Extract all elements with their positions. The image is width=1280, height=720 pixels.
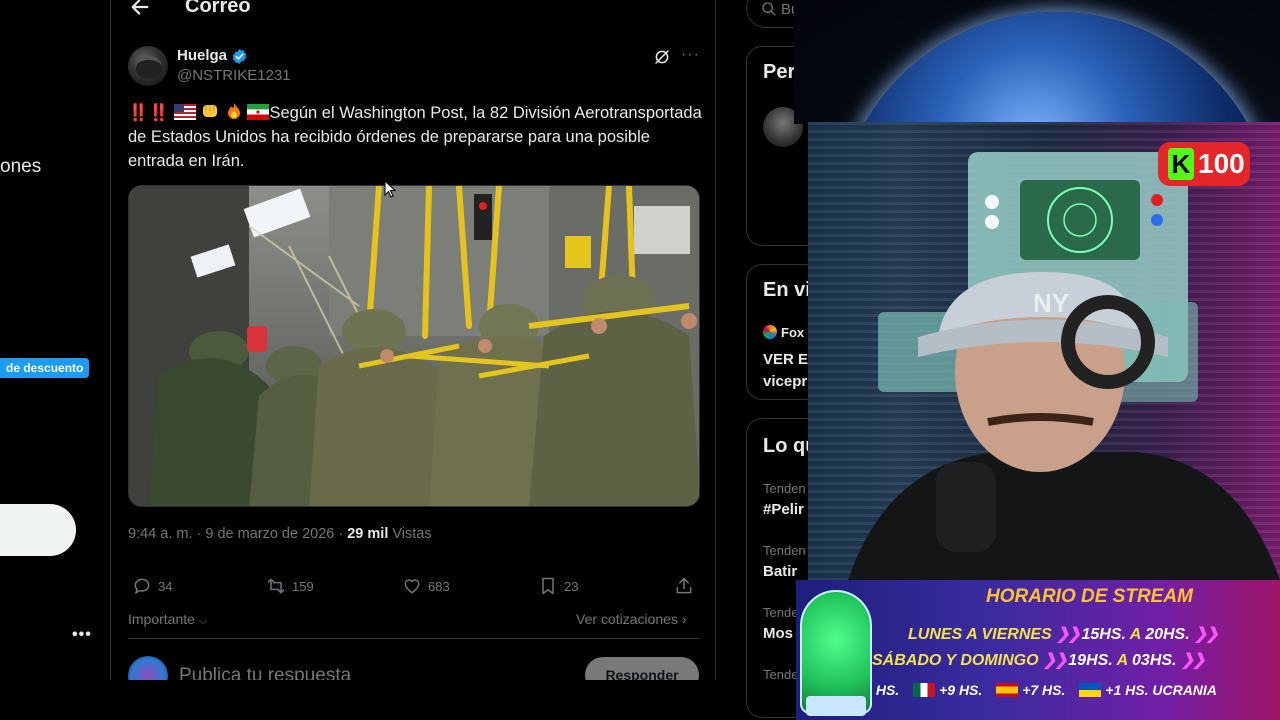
spain-flag-icon xyxy=(996,683,1019,697)
mouse-cursor-icon xyxy=(384,180,396,198)
tz-4: +1 HS. UCRANIA xyxy=(1105,682,1217,698)
weekend-end: 03HS. xyxy=(1132,652,1177,669)
views-label: Vistas xyxy=(388,526,432,542)
chevron-right-icon: › xyxy=(681,611,687,627)
weekdays-a: A xyxy=(1129,626,1141,643)
who-to-follow-title: Per xyxy=(763,61,796,83)
arrows-icon: ❯❯ xyxy=(1043,652,1069,669)
news-headline-2[interactable]: vicepr xyxy=(763,373,807,390)
tweet-timestamp[interactable]: 9:44 a. m. · 9 de marzo de 2026 · xyxy=(128,526,347,542)
schedule-title: HORARIO DE STREAM xyxy=(986,586,1193,607)
tweet-actions: 34 159 683 23 xyxy=(128,576,700,600)
fire-emoji-icon xyxy=(227,103,240,119)
share-action[interactable] xyxy=(674,576,694,596)
main-column: Correo Huelga @NSTRIKE1231 ··· ‼️‼️ Segú… xyxy=(110,0,716,680)
trend-item[interactable]: Mos xyxy=(763,625,793,642)
bookmark-icon xyxy=(542,577,554,595)
trend-item[interactable]: #Pelir xyxy=(763,501,804,518)
search-icon xyxy=(762,2,776,16)
earth-container xyxy=(794,0,1280,124)
repost-icon xyxy=(267,578,285,594)
weekdays-start: 15HS. xyxy=(1081,626,1126,643)
author-name[interactable]: Huelga xyxy=(177,47,227,64)
account-more-icon[interactable]: ••• xyxy=(72,626,92,644)
reply-count: 34 xyxy=(158,578,173,594)
back-arrow-icon[interactable] xyxy=(129,0,151,18)
reply-input[interactable]: Publica tu respuesta xyxy=(179,665,351,680)
view-quotes-link[interactable]: Ver cotizaciones › xyxy=(576,611,687,627)
chevron-down-icon: ⌵ xyxy=(198,615,208,627)
author-handle[interactable]: @NSTRIKE1231 xyxy=(177,67,291,84)
weekend-label: SÁBADO Y DOMINGO xyxy=(872,652,1039,669)
trend-category: Tenden xyxy=(763,543,806,558)
page-title: Correo xyxy=(185,0,251,17)
news-source-label: Fox xyxy=(781,325,805,340)
weekend-a: A xyxy=(1116,652,1128,669)
reply-action[interactable]: 34 xyxy=(132,576,172,596)
discount-badge[interactable]: de descuento xyxy=(0,358,90,378)
bookmark-count: 23 xyxy=(564,578,579,594)
streamer-scene: NY xyxy=(848,152,1280,580)
weekdays-label: LUNES A VIERNES xyxy=(908,626,1052,643)
svg-text:NY: NY xyxy=(1033,288,1069,318)
us-flag-icon xyxy=(173,104,196,120)
exclamation-emoji: ‼️‼️ xyxy=(128,104,170,122)
fist-emoji-icon xyxy=(203,105,218,117)
top-bar: Correo xyxy=(111,0,715,20)
reply-button[interactable]: Responder xyxy=(585,657,699,680)
like-count: 683 xyxy=(428,578,450,594)
left-navigation: ones de descuento ••• xyxy=(0,0,110,680)
views-count: 29 mil xyxy=(347,526,389,542)
arrows-icon: ❯❯ xyxy=(1056,626,1082,643)
grok-icon[interactable] xyxy=(653,48,671,66)
paratroopers-photo xyxy=(129,186,699,506)
importante-filter[interactable]: Importante ⌵ xyxy=(128,611,207,628)
view-quotes-label: Ver cotizaciones xyxy=(576,611,678,627)
mexico-flag-icon xyxy=(913,683,936,697)
webcam-feed: NY xyxy=(808,122,1280,580)
viewer-count: 100 xyxy=(1198,148,1245,179)
tweet-meta: 9:44 a. m. · 9 de marzo de 2026 · 29 mil… xyxy=(128,526,432,542)
trend-item[interactable]: Batir xyxy=(763,563,797,580)
arrows-icon: ❯❯ xyxy=(1180,652,1206,669)
repost-count: 159 xyxy=(292,578,314,594)
bookmark-action[interactable]: 23 xyxy=(538,576,578,596)
kick-viewers-badge: K 100 xyxy=(1158,142,1250,186)
post-button[interactable] xyxy=(0,504,76,556)
schedule-weekdays: LUNES A VIERNES ❯❯ 15HS. A 20HS. ❯❯ xyxy=(908,624,1219,644)
more-options-icon[interactable]: ··· xyxy=(681,46,700,64)
verified-badge-icon xyxy=(232,49,247,64)
tweet-text: ‼️‼️ Según el Washington Post, la 82 Div… xyxy=(128,101,703,173)
iran-flag-icon xyxy=(247,104,270,120)
schedule-weekend: SÁBADO Y DOMINGO ❯❯ 19HS. A 03HS. ❯❯ xyxy=(872,650,1206,670)
author-avatar[interactable] xyxy=(128,46,168,86)
like-action[interactable]: 683 xyxy=(402,576,450,596)
news-headline[interactable]: VER E xyxy=(763,351,808,368)
importante-label: Importante xyxy=(128,611,195,627)
live-title: En vi xyxy=(763,279,811,301)
cactus-pot xyxy=(806,696,866,716)
nbc-logo-icon xyxy=(763,325,777,339)
share-icon xyxy=(676,577,692,594)
arrows-icon: ❯❯ xyxy=(1194,626,1219,643)
kick-logo-icon: K xyxy=(1168,148,1194,180)
repost-action[interactable]: 159 xyxy=(266,576,314,596)
reply-icon xyxy=(134,578,150,595)
tz-2: +9 HS. xyxy=(939,682,983,698)
timezones-row: +6 HS. +9 HS. +7 HS. +1 HS. UCRANIA xyxy=(856,682,1217,698)
divider xyxy=(128,638,700,639)
nav-item-label[interactable]: ones xyxy=(0,156,41,178)
tweet-photo[interactable] xyxy=(128,185,700,507)
ukraine-flag-icon xyxy=(1079,683,1102,697)
heart-icon xyxy=(404,579,420,594)
weekdays-end: 20HS. xyxy=(1145,626,1190,643)
earth-graphic xyxy=(836,12,1276,124)
tz-3: +7 HS. xyxy=(1022,682,1066,698)
weekend-start: 19HS. xyxy=(1068,652,1113,669)
news-source[interactable]: Fox xyxy=(763,325,804,340)
user-avatar[interactable] xyxy=(128,656,168,680)
trend-category: Tenden xyxy=(763,481,806,496)
